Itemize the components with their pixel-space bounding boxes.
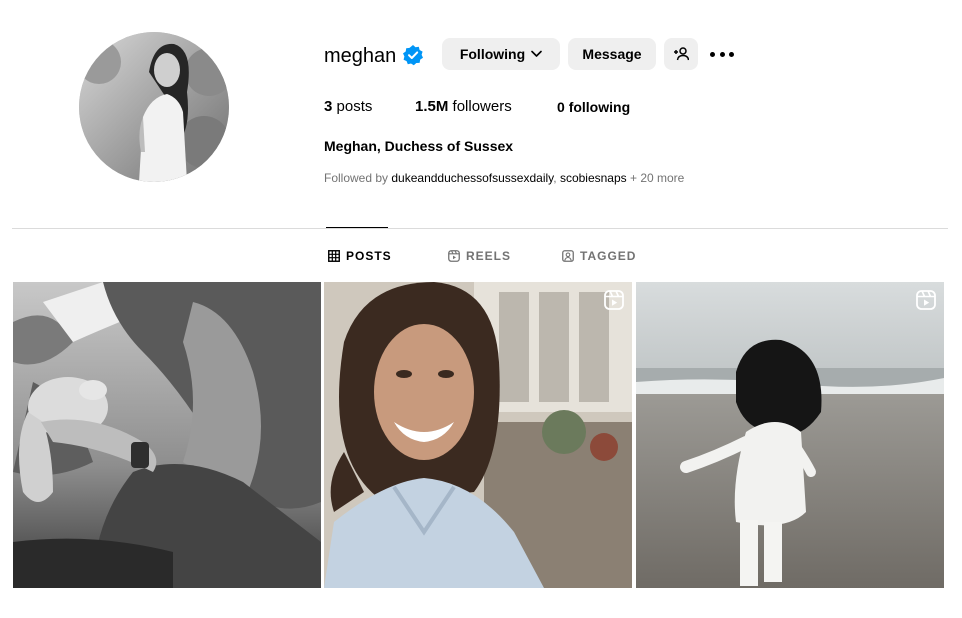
post-photo-smiling-woman <box>324 282 632 588</box>
add-user-button[interactable] <box>664 38 698 70</box>
tagged-icon <box>562 250 574 262</box>
post-thumbnail[interactable] <box>13 282 321 588</box>
avatar-photo <box>79 32 229 182</box>
grid-icon <box>328 250 340 262</box>
posts-count[interactable]: 3 posts <box>324 97 372 117</box>
verified-badge-icon <box>403 45 423 66</box>
profile-full-name: Meghan, Duchess of Sussex <box>324 138 514 154</box>
profile-divider <box>12 228 948 229</box>
more-options-icon[interactable] <box>710 44 734 64</box>
post-thumbnail[interactable] <box>324 282 632 588</box>
followed-by-text[interactable]: Followed by dukeandduchessofsussexdaily,… <box>324 170 684 186</box>
tab-tagged[interactable]: TAGGED <box>562 248 636 264</box>
tab-posts[interactable]: POSTS <box>328 248 392 264</box>
message-label: Message <box>582 46 642 62</box>
post-photo-beach-run <box>636 282 944 588</box>
profile-avatar[interactable] <box>79 32 229 182</box>
tab-reels[interactable]: REELS <box>448 248 511 264</box>
following-button[interactable]: Following <box>442 38 560 70</box>
following-label: Following <box>459 46 526 62</box>
post-thumbnail[interactable] <box>636 282 944 588</box>
add-user-icon <box>674 47 689 61</box>
followers-count[interactable]: 1.5M followers <box>415 97 512 117</box>
profile-username: meghan <box>324 45 397 67</box>
followed-by-account[interactable]: dukeandduchessofsussexdaily <box>391 171 553 185</box>
active-tab-indicator <box>326 227 388 228</box>
post-photo-woman-with-dog <box>13 282 321 588</box>
message-button[interactable]: Message <box>568 38 656 70</box>
reel-icon <box>916 290 936 310</box>
reels-icon <box>448 250 460 262</box>
chevron-down-icon <box>531 50 542 57</box>
followed-by-account[interactable]: scobiesnaps <box>560 171 627 185</box>
reel-icon <box>604 290 624 310</box>
following-count[interactable]: 0 following <box>557 97 630 117</box>
